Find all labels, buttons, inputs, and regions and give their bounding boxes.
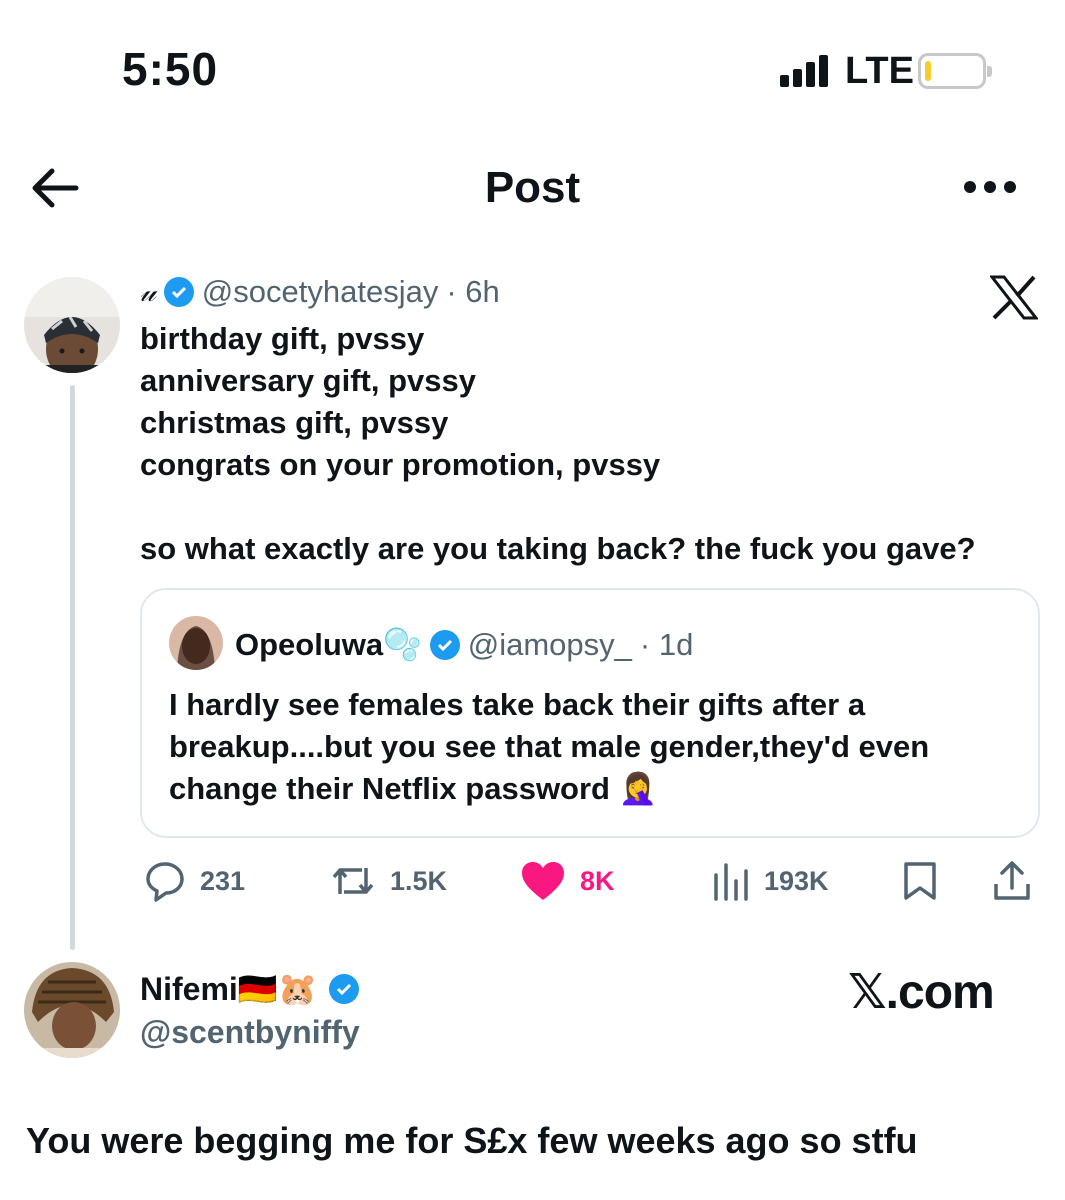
ellipsis-icon [964,181,976,193]
tweet-line: anniversary gift, pvssy [140,363,476,398]
reply-author-handle[interactable]: @scentbyniffy [140,1014,360,1051]
reply-text: You were begging me for S£x few weeks ag… [26,1120,918,1161]
network-label: LTE [845,50,914,92]
author-avatar[interactable] [24,277,120,373]
x-logo-icon [988,275,1040,320]
reply-author-name-row: Nifemi🇩🇪🐹 [140,970,360,1008]
quote-time: · 1d [639,626,694,662]
tweet-line: christmas gift, pvssy [140,405,449,440]
quote-text: I hardly see females take back their gif… [169,687,930,806]
quote-author-name: Opeoluwa🫧 [235,627,422,662]
view-count: 193K [764,865,829,896]
watermark: 𝕏.com [848,966,995,1019]
quoted-tweet[interactable]: Opeoluwa🫧 @iamopsy_ · 1d I hardly see fe… [140,588,1040,838]
like-count: 8K [580,865,615,896]
verified-badge-icon [329,974,360,1004]
views-button[interactable]: 193K [712,858,829,904]
tweet-header: 𝓊 @socetyhatesjay · 6h [140,274,500,310]
author-name[interactable]: 𝓊 [140,275,156,309]
verified-badge-icon [163,277,194,307]
tweet-actions: 231 1.5K 8K 193K [140,858,1040,908]
reply-count: 231 [200,865,246,896]
repost-count: 1.5K [390,865,448,896]
tweet-time: · 6h [446,274,500,309]
thread-line [70,385,75,950]
repost-icon [332,868,374,894]
status-time: 5:50 [122,43,219,95]
bookmark-icon [904,862,936,900]
author-handle[interactable]: @socetyhatesjay [202,274,439,310]
share-button[interactable] [992,858,1032,904]
verified-badge-icon [429,629,460,660]
reply-author-avatar[interactable] [24,962,120,1058]
bookmark-button[interactable] [902,858,938,904]
page-title: Post [484,163,581,212]
reply-button[interactable]: 231 [144,858,245,904]
repost-button[interactable]: 1.5K [330,858,447,904]
tweet-line: birthday gift, pvssy [140,321,425,356]
tweet-text: birthday gift, pvssy anniversary gift, p… [140,318,1050,570]
quote-author-avatar [169,616,223,670]
more-options-button[interactable] [960,178,1020,198]
like-button[interactable]: 8K [520,858,615,904]
battery-icon [918,53,992,89]
post-screen: 5:50 LTE Post 𝓊 @socetyhatesjay · 6h bir… [0,0,1065,1200]
views-icon [714,863,748,901]
quote-header: Opeoluwa🫧 @iamopsy_ · 1d [235,626,693,663]
author-avatar-image [24,277,120,373]
signal-icon [780,55,832,87]
tweet-line: so what exactly are you taking back? the… [140,531,976,566]
tweet-line [140,486,1050,528]
share-icon [994,861,1030,900]
quote-author-handle: @iamopsy_ [467,626,632,662]
comment-icon [146,862,184,902]
reply-author-name[interactable]: Nifemi🇩🇪🐹 [140,970,317,1008]
tweet-line: congrats on your promotion, pvssy [140,447,661,482]
heart-icon [522,862,564,900]
